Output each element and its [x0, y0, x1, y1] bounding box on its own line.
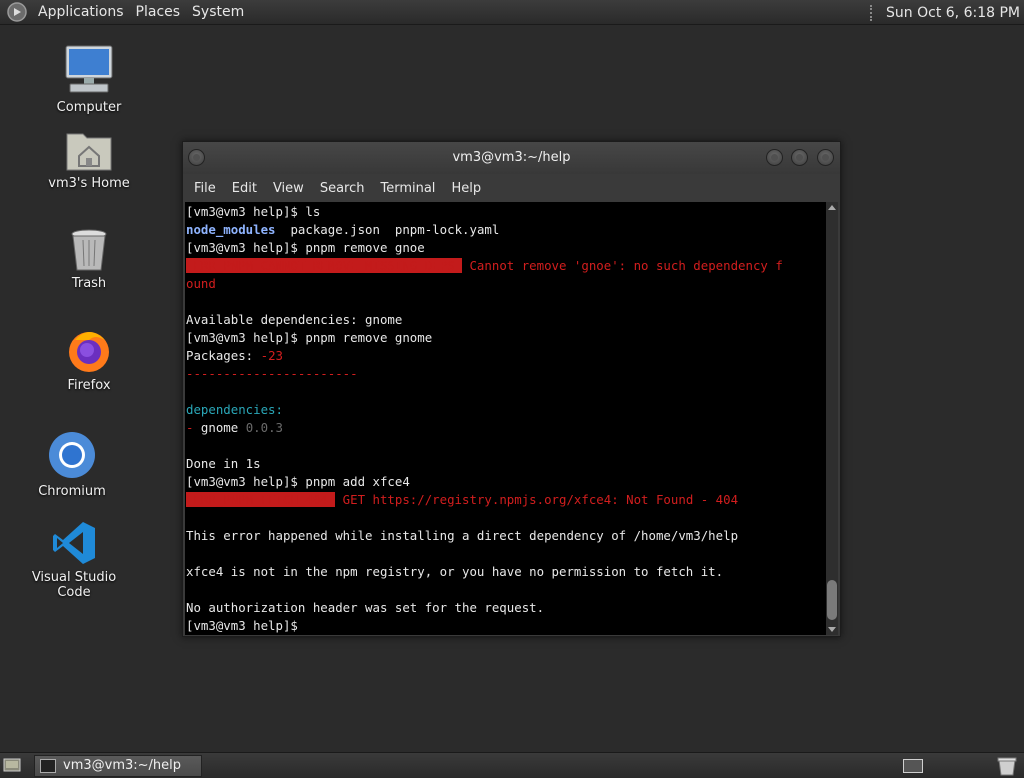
desktop-icon-chromium[interactable]: Chromium	[17, 430, 127, 499]
panel-separator	[870, 4, 876, 21]
trash-applet-icon[interactable]	[995, 756, 1019, 776]
firefox-icon	[69, 332, 109, 372]
desktop-icon-label: Computer	[56, 100, 122, 115]
removed-package: gnome	[200, 420, 246, 435]
home-folder-icon	[66, 133, 112, 171]
menu-view[interactable]: View	[265, 181, 312, 196]
error-message: GET https://registry.npmjs.org/xfce4: No…	[335, 492, 739, 507]
removed-marker: -	[186, 420, 201, 435]
vscode-icon	[53, 522, 95, 564]
terminal-window[interactable]: vm3@vm3:~/help File Edit View Search Ter…	[182, 141, 841, 637]
terminal-icon	[40, 759, 56, 773]
packages-count: -23	[260, 348, 283, 363]
menu-search[interactable]: Search	[312, 181, 373, 196]
taskbar-item-terminal[interactable]: vm3@vm3:~/help	[34, 755, 202, 777]
menu-terminal[interactable]: Terminal	[372, 181, 443, 196]
window-titlebar[interactable]: vm3@vm3:~/help	[183, 142, 840, 174]
window-title: vm3@vm3:~/help	[452, 150, 571, 165]
clock[interactable]: Sun Oct 6, 6:18 PM	[882, 5, 1024, 21]
terminal-line-empty	[186, 293, 826, 311]
desktop-icon-vscode[interactable]: Visual Studio Code	[19, 520, 129, 600]
chromium-icon	[49, 432, 95, 478]
terminal-line: [vm3@vm3 help]$ pnpm remove gnoe	[186, 240, 425, 255]
desktop-icon-firefox[interactable]: Firefox	[34, 326, 144, 393]
error-message: Cannot remove 'gnoe': no such dependency…	[462, 258, 783, 273]
terminal-line: ERR_PNPM_FETCH_404 GET https://registry.…	[186, 491, 826, 509]
terminal-line: - gnome 0.0.3	[186, 419, 826, 437]
window-menubar: File Edit View Search Terminal Help	[183, 174, 840, 202]
desktop-icon-label: Visual Studio Code	[31, 570, 117, 600]
window-menu-button[interactable]	[188, 149, 205, 166]
maximize-button[interactable]	[791, 149, 808, 166]
terminal-line: Done in 1s	[186, 456, 261, 471]
desktop-icon-home[interactable]: vm3's Home	[34, 128, 144, 191]
file-entries: package.json pnpm-lock.yaml	[275, 222, 500, 237]
scroll-down-icon[interactable]	[828, 627, 836, 632]
scroll-up-icon[interactable]	[828, 205, 836, 210]
terminal-line: Packages: -23	[186, 347, 826, 365]
bottom-panel: vm3@vm3:~/help	[0, 752, 1024, 778]
terminal-line: Available dependencies: gnome	[186, 312, 403, 327]
terminal-line: No authorization header was set for the …	[186, 600, 545, 615]
terminal-line: xfce4 is not in the npm registry, or you…	[186, 564, 724, 579]
menu-places[interactable]: Places	[130, 0, 187, 25]
desktop-icon-label: Trash	[71, 276, 107, 291]
desktop-icon-computer[interactable]: Computer	[34, 44, 144, 115]
terminal-line: ound	[186, 276, 216, 291]
menu-edit[interactable]: Edit	[224, 181, 265, 196]
taskbar-item-label: vm3@vm3:~/help	[63, 758, 182, 773]
trash-icon	[71, 229, 107, 271]
minimize-button[interactable]	[766, 149, 783, 166]
terminal-line: node_modules package.json pnpm-lock.yaml	[186, 221, 826, 239]
desktop-icon-label: Firefox	[67, 378, 111, 393]
terminal-line: -----------------------	[186, 366, 358, 381]
close-button[interactable]	[817, 149, 834, 166]
dir-entry: node_modules	[186, 222, 276, 237]
terminal-line-empty	[186, 545, 826, 563]
menu-system[interactable]: System	[186, 0, 250, 25]
terminal-line-empty	[186, 383, 826, 401]
menu-help[interactable]: Help	[443, 181, 489, 196]
error-badge: ERR_PNPM_CANNOT_REMOVE_MISSING_DEPS	[186, 258, 463, 273]
menu-file[interactable]: File	[186, 181, 224, 196]
terminal-scrollbar[interactable]	[826, 202, 838, 635]
workspace-switcher[interactable]	[903, 759, 923, 773]
menu-applications[interactable]: Applications	[32, 0, 130, 25]
computer-icon	[65, 45, 113, 93]
top-panel: Applications Places System Sun Oct 6, 6:…	[0, 0, 1024, 25]
error-badge: ERR_PNPM_FETCH_404	[186, 492, 336, 507]
gnome-foot-logo-icon[interactable]	[6, 1, 28, 23]
terminal-output[interactable]: [vm3@vm3 help]$ ls node_modules package.j…	[185, 202, 826, 635]
removed-version: 0.0.3	[245, 420, 283, 435]
scrollbar-thumb[interactable]	[827, 580, 837, 620]
terminal-line: dependencies:	[186, 402, 283, 417]
terminal-line: ERR_PNPM_CANNOT_REMOVE_MISSING_DEPS Cann…	[186, 257, 826, 275]
terminal-line-empty	[186, 437, 826, 455]
top-right-area: Sun Oct 6, 6:18 PM	[870, 0, 1024, 25]
terminal-line: This error happened while installing a d…	[186, 528, 739, 543]
terminal-line-empty	[186, 509, 826, 527]
show-desktop-icon[interactable]	[3, 757, 21, 773]
packages-label: Packages:	[186, 348, 261, 363]
desktop-icon-label: vm3's Home	[48, 176, 130, 191]
terminal-line: [vm3@vm3 help]$ ls	[186, 204, 321, 219]
desktop-icon-trash[interactable]: Trash	[34, 228, 144, 291]
terminal-line-empty	[186, 581, 826, 599]
terminal-line: [vm3@vm3 help]$ pnpm remove gnome	[186, 330, 433, 345]
terminal-prompt[interactable]: [vm3@vm3 help]$	[186, 617, 826, 635]
terminal-line: [vm3@vm3 help]$ pnpm add xfce4	[186, 474, 410, 489]
desktop-icon-label: Chromium	[38, 484, 106, 499]
